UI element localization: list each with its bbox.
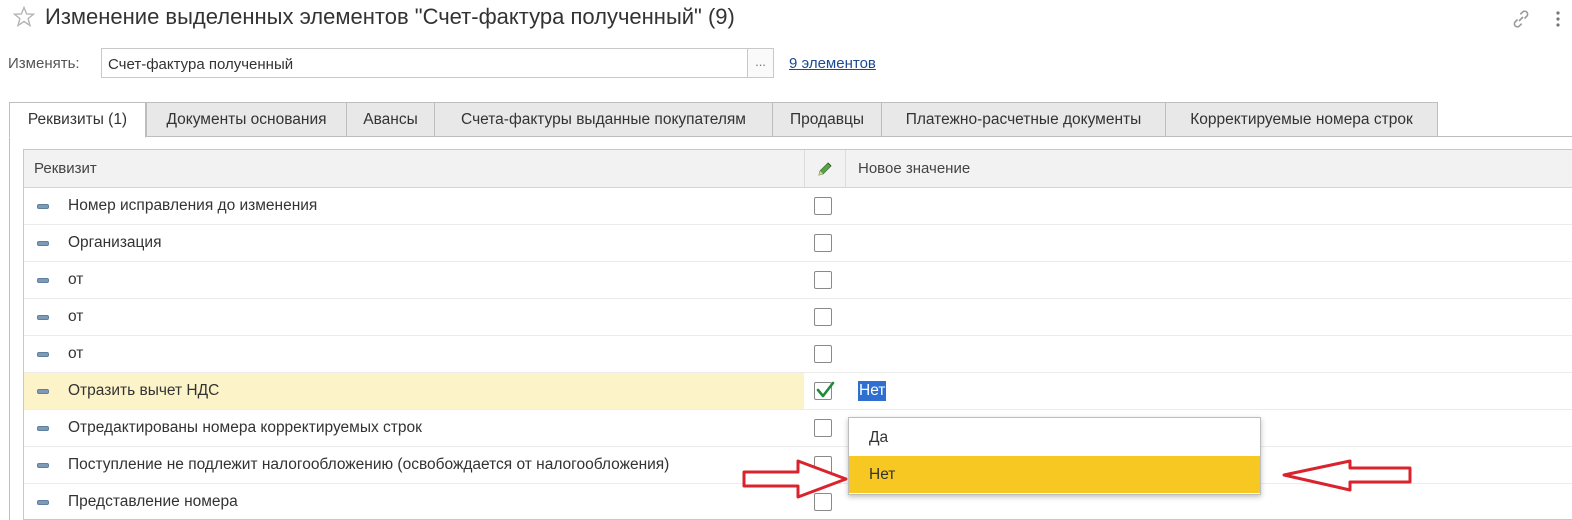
page-title: Изменение выделенных элементов "Счет-фак… <box>45 4 735 29</box>
new-value-cell[interactable]: Нет <box>858 381 887 401</box>
table-row[interactable]: от <box>24 262 1572 299</box>
row-checkbox[interactable] <box>814 308 832 326</box>
row-name-cell: от <box>24 336 804 372</box>
dash-icon <box>37 315 49 320</box>
row-checkbox-checked[interactable] <box>814 381 835 400</box>
table-row[interactable]: от <box>24 336 1572 373</box>
row-checkbox[interactable] <box>814 419 832 437</box>
row-name-cell: Отредактированы номера корректируемых ст… <box>24 410 804 446</box>
red-arrow-left-icon <box>1282 459 1412 492</box>
dash-icon <box>37 278 49 283</box>
row-name: Отразить вычет НДС <box>68 382 220 399</box>
row-checkbox[interactable] <box>814 345 832 363</box>
panel-border <box>9 136 10 520</box>
tab-base-documents[interactable]: Документы основания <box>146 102 347 137</box>
row-checkbox[interactable] <box>814 271 832 289</box>
table-row[interactable]: от <box>24 299 1572 336</box>
more-vertical-icon[interactable] <box>1553 8 1563 30</box>
column-new-value[interactable]: Новое значение <box>858 160 970 177</box>
star-icon[interactable] <box>12 5 36 29</box>
change-label: Изменять: <box>8 55 80 72</box>
column-attribute[interactable]: Реквизит <box>34 160 97 177</box>
dash-icon <box>37 500 49 505</box>
tab-corrected-line-numbers[interactable]: Корректируемые номера строк <box>1165 102 1438 137</box>
pencil-icon <box>818 162 832 176</box>
row-name-cell: Организация <box>24 225 804 261</box>
dropdown-option-yes[interactable]: Да <box>849 419 1260 456</box>
row-name: Представление номера <box>68 493 238 510</box>
dash-icon <box>37 389 49 394</box>
row-name: от <box>68 308 84 325</box>
elements-link[interactable]: 9 элементов <box>789 55 876 72</box>
row-name: Поступление не подлежит налогообложению … <box>68 456 670 473</box>
row-name-cell: от <box>24 299 804 335</box>
dropdown-option-no[interactable]: Нет <box>849 456 1260 493</box>
row-name-cell: Представление номера <box>24 484 804 519</box>
dash-icon <box>37 426 49 431</box>
table-row[interactable]: Организация <box>24 225 1572 262</box>
column-edit[interactable] <box>804 150 846 187</box>
red-arrow-right-icon <box>742 459 848 499</box>
tab-sellers[interactable]: Продавцы <box>772 102 882 137</box>
table-row[interactable]: Отредактированы номера корректируемых ст… <box>24 410 1572 447</box>
tabs-divider <box>9 136 1572 137</box>
row-name: Отредактированы номера корректируемых ст… <box>68 419 422 436</box>
row-name: от <box>68 271 84 288</box>
row-name: от <box>68 345 84 362</box>
row-name-cell: от <box>24 262 804 298</box>
dash-icon <box>37 241 49 246</box>
value-dropdown: Да Нет <box>848 417 1261 495</box>
tab-payment-documents[interactable]: Платежно-расчетные документы <box>881 102 1166 137</box>
title-bar: Изменение выделенных элементов "Счет-фак… <box>0 0 1572 40</box>
select-button[interactable]: ... <box>747 48 774 78</box>
row-name-cell: Номер исправления до изменения <box>24 188 804 224</box>
table-row-selected[interactable]: Отразить вычет НДС Нет <box>24 373 1572 410</box>
dash-icon <box>37 463 49 468</box>
change-type-field[interactable]: Счет-фактура полученный <box>101 48 747 78</box>
row-name: Номер исправления до изменения <box>68 197 318 214</box>
dash-icon <box>37 204 49 209</box>
table-row[interactable]: Номер исправления до изменения <box>24 188 1572 225</box>
row-name-cell: Отразить вычет НДС <box>24 373 804 409</box>
tab-advances[interactable]: Авансы <box>346 102 435 137</box>
row-name: Организация <box>68 234 162 251</box>
row-checkbox[interactable] <box>814 234 832 252</box>
row-name-cell: Поступление не подлежит налогообложению … <box>24 447 804 483</box>
dash-icon <box>37 352 49 357</box>
checkmark-icon <box>816 381 835 398</box>
tab-invoices-issued[interactable]: Счета-фактуры выданные покупателям <box>434 102 773 137</box>
table-header: Реквизит Новое значение <box>24 150 1572 188</box>
tab-attributes[interactable]: Реквизиты (1) <box>9 102 146 138</box>
link-icon[interactable] <box>1510 8 1532 30</box>
row-checkbox[interactable] <box>814 197 832 215</box>
